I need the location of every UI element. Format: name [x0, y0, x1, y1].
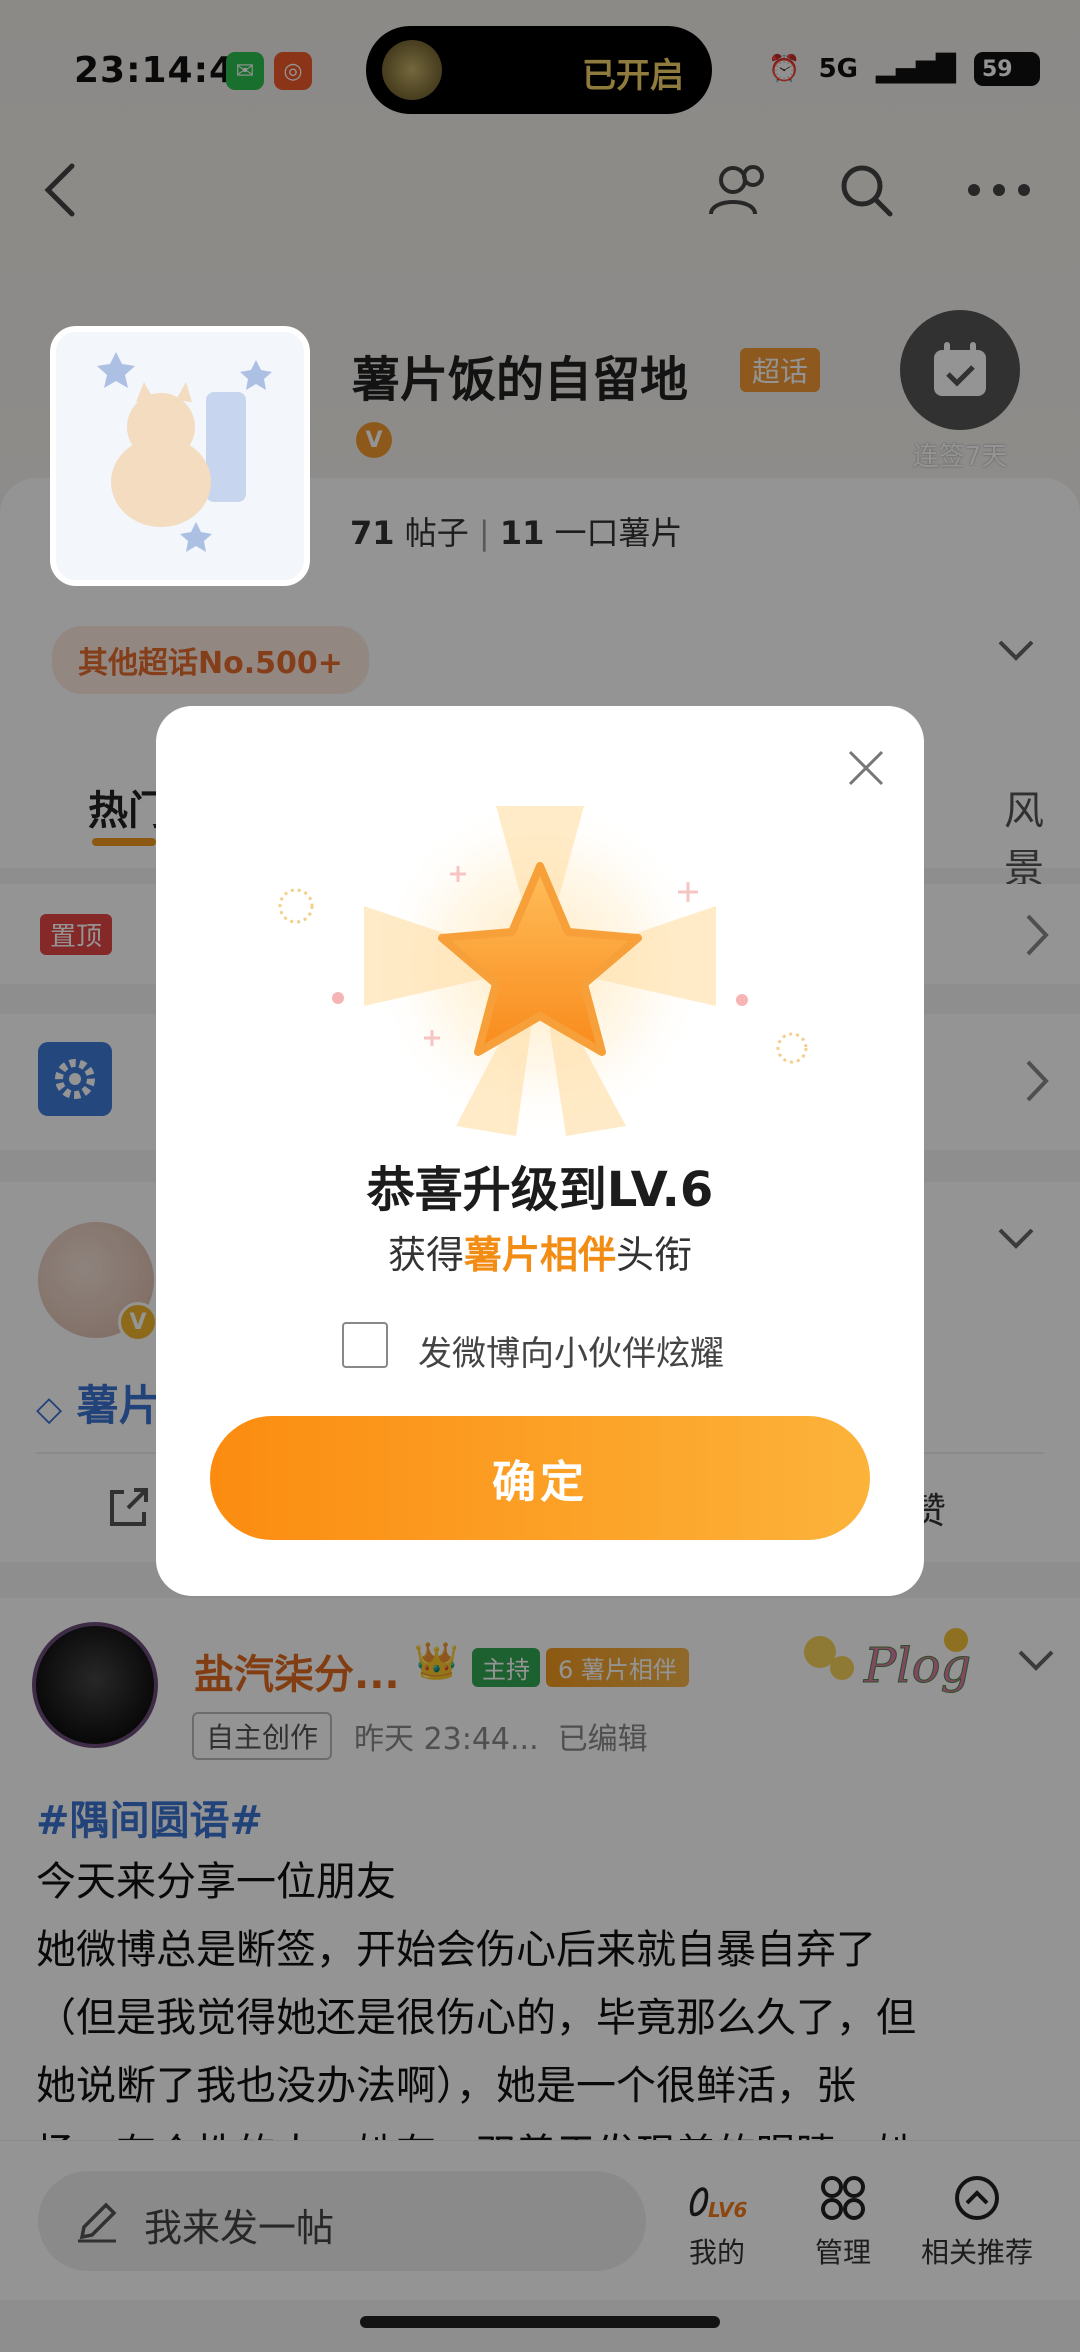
- share-checkbox-label[interactable]: 发微博向小伙伴炫耀: [418, 1326, 724, 1375]
- star-illustration: [156, 786, 924, 1166]
- subtitle-suffix: 头衔: [616, 1233, 693, 1277]
- star-icon: [278, 796, 808, 1136]
- share-checkbox[interactable]: [342, 1322, 388, 1368]
- cat-illustration: [56, 332, 304, 580]
- dialog-title: 恭喜升级到LV.6: [366, 1162, 714, 1218]
- confirm-button[interactable]: 确定: [210, 1416, 870, 1540]
- topic-avatar[interactable]: [50, 326, 310, 586]
- subtitle-prefix: 获得: [387, 1233, 464, 1277]
- title-highlight: 薯片相伴: [463, 1233, 616, 1277]
- level-up-dialog: 恭喜升级到LV.6 获得薯片相伴头衔 发微博向小伙伴炫耀 确定: [156, 706, 924, 1596]
- close-icon: [848, 750, 884, 786]
- dialog-subtitle: 获得薯片相伴头衔: [156, 1224, 924, 1279]
